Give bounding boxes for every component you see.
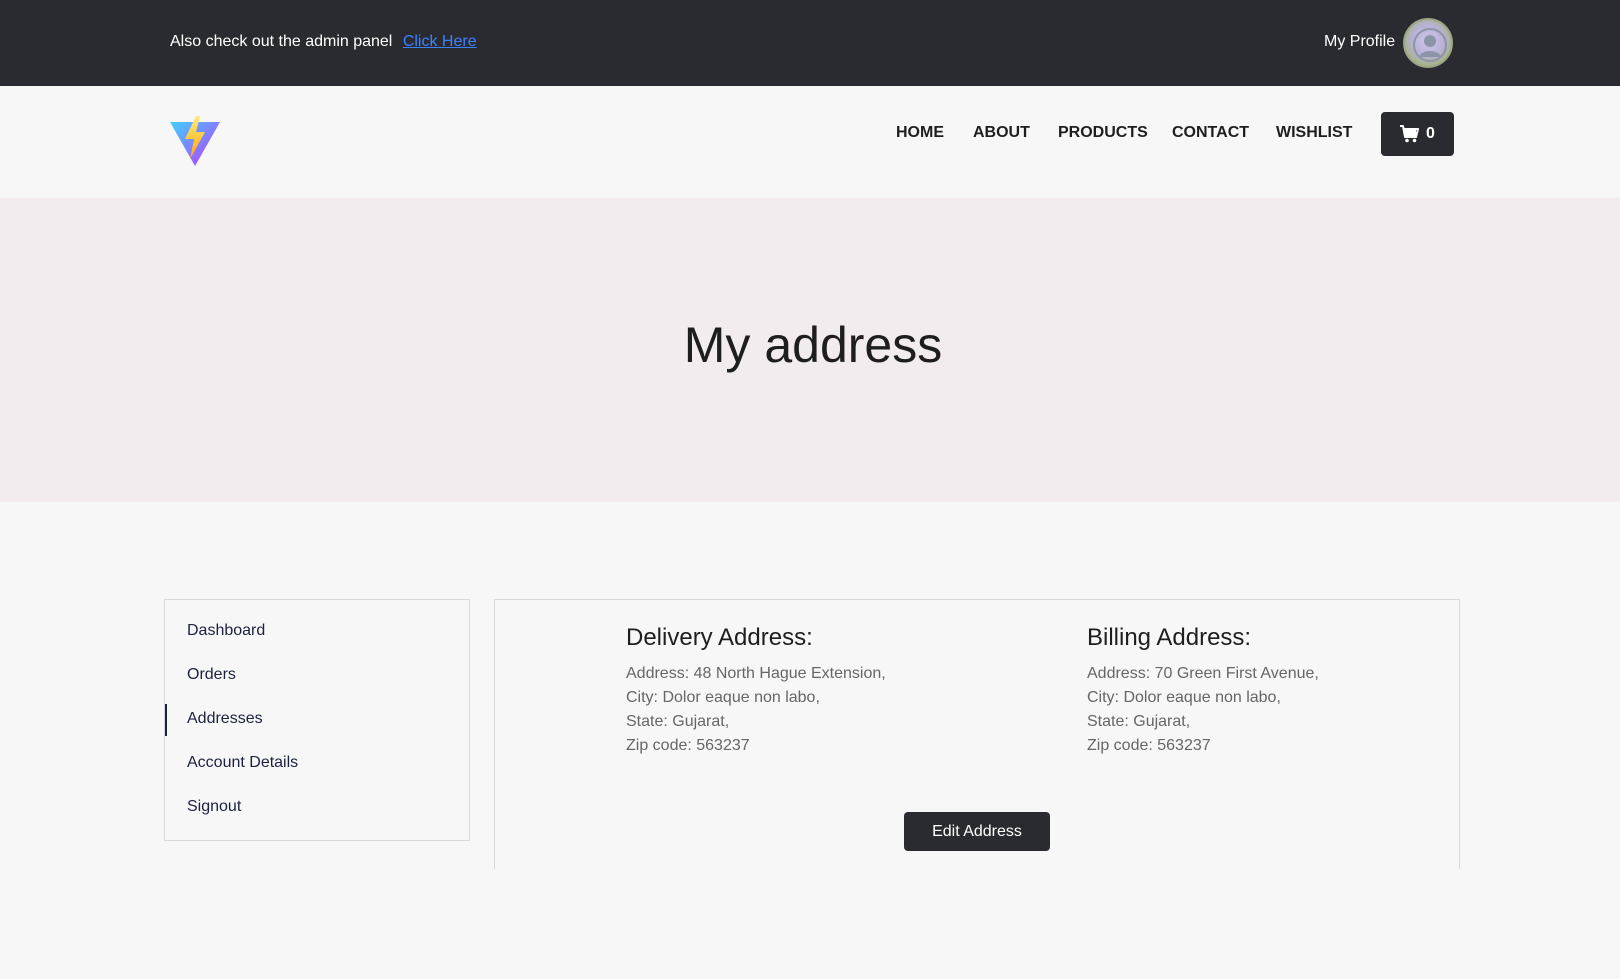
top-banner: Also check out the admin panel Click Her…	[0, 0, 1620, 86]
my-profile-link[interactable]: My Profile	[1324, 33, 1395, 51]
nav-about[interactable]: ABOUT	[973, 124, 1030, 142]
shopping-cart-icon	[1400, 125, 1420, 143]
sidebar-item-signout[interactable]: Signout	[187, 798, 241, 816]
active-indicator	[165, 704, 167, 736]
sidebar-item-account-details[interactable]: Account Details	[187, 754, 298, 772]
nav-contact[interactable]: CONTACT	[1172, 124, 1249, 142]
address-panel: Delivery Address: Address: 48 North Hagu…	[494, 599, 1460, 869]
nav-wishlist[interactable]: WISHLIST	[1276, 124, 1352, 142]
billing-street: Address: 70 Green First Avenue,	[1087, 665, 1319, 682]
page-title: My address	[683, 317, 943, 373]
sidebar-item-dashboard[interactable]: Dashboard	[187, 622, 265, 640]
delivery-address-block: Delivery Address: Address: 48 North Hagu…	[626, 624, 886, 758]
cart-count: 0	[1426, 125, 1435, 142]
delivery-address-title: Delivery Address:	[626, 624, 813, 651]
sidebar-item-orders[interactable]: Orders	[187, 666, 236, 684]
nav-home[interactable]: HOME	[896, 124, 944, 142]
account-sidebar: Dashboard Orders Addresses Account Detai…	[164, 599, 470, 841]
admin-promo: Also check out the admin panel Click Her…	[170, 33, 477, 51]
nav-products[interactable]: PRODUCTS	[1058, 124, 1148, 142]
billing-city: City: Dolor eaque non labo,	[1087, 689, 1281, 706]
billing-zip: Zip code: 563237	[1087, 737, 1211, 754]
delivery-street: Address: 48 North Hague Extension,	[626, 665, 886, 682]
delivery-city: City: Dolor eaque non labo,	[626, 689, 820, 706]
cart-button[interactable]: 0	[1381, 112, 1454, 156]
admin-panel-link[interactable]: Click Here	[403, 33, 477, 50]
promo-text: Also check out the admin panel	[170, 33, 393, 50]
avatar[interactable]	[1403, 18, 1453, 68]
delivery-state: State: Gujarat,	[626, 713, 730, 730]
delivery-zip: Zip code: 563237	[626, 737, 750, 754]
sidebar-item-addresses[interactable]: Addresses	[187, 710, 263, 728]
logo-icon	[170, 116, 220, 166]
billing-state: State: Gujarat,	[1087, 713, 1191, 730]
vite-logo[interactable]	[169, 115, 221, 167]
edit-address-button[interactable]: Edit Address	[904, 812, 1050, 851]
main-navbar	[0, 86, 1620, 198]
billing-address-block: Billing Address: Address: 70 Green First…	[1087, 624, 1319, 758]
user-icon	[1413, 28, 1447, 62]
billing-address-title: Billing Address:	[1087, 624, 1252, 651]
